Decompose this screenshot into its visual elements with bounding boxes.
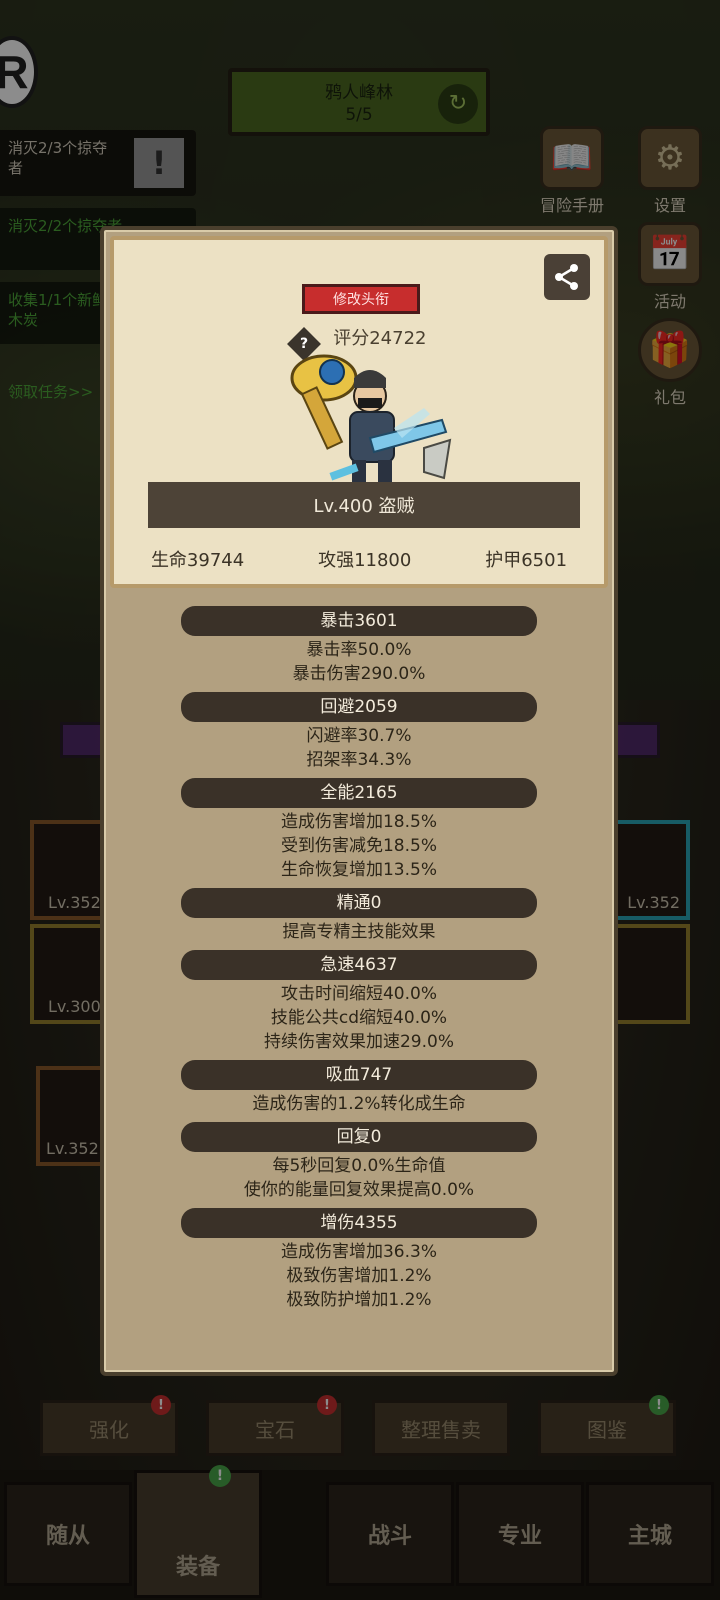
- score-label: 评分24722: [333, 328, 427, 349]
- stat-detail-line: 生命恢复增加13.5%: [280, 860, 437, 880]
- stat-group-header: 吸血747: [181, 1060, 537, 1090]
- stat-detail-line: 提高专精主技能效果: [282, 922, 436, 942]
- stat-detail-line: 技能公共cd缩短40.0%: [270, 1008, 448, 1028]
- hero-sprite: [290, 354, 452, 486]
- edit-title-label: 修改头衔: [333, 292, 389, 308]
- stat-detail-line: 暴击伤害290.0%: [292, 664, 426, 684]
- stat-detail-line: 极致伤害增加1.2%: [286, 1266, 432, 1286]
- stat-group-header: 暴击3601: [181, 606, 537, 636]
- stat-health: 生命39744: [150, 550, 245, 571]
- stat-attack-power: 攻强11800: [318, 550, 412, 571]
- stat-group-header: 急速4637: [181, 950, 537, 980]
- stat-detail-line: 闪避率30.7%: [306, 726, 412, 746]
- stat-detail-line: 持续伤害效果加速29.0%: [263, 1032, 454, 1052]
- stat-detail-line: 造成伤害增加36.3%: [280, 1242, 437, 1262]
- stat-group-header: 全能2165: [181, 778, 537, 808]
- share-icon: [555, 264, 578, 290]
- stat-detail-line: 造成伤害的1.2%转化成生命: [252, 1094, 466, 1114]
- stat-detail-line: 每5秒回复0.0%生命值: [272, 1156, 446, 1176]
- stat-detail-line: 受到伤害减免18.5%: [280, 836, 437, 856]
- character-stats-popup: 修改头衔 ? 评分24722 Lv.400 盗贼 生命39744 攻强11800…: [100, 226, 618, 1376]
- stat-group-header: 增伤4355: [181, 1208, 537, 1238]
- hero-name-banner: Lv.400 盗贼: [148, 482, 580, 528]
- stat-detail-line: 招架率34.3%: [306, 750, 412, 770]
- basic-stats: 生命39744 攻强11800 护甲6501: [114, 546, 604, 572]
- character-card: 修改头衔 ? 评分24722 Lv.400 盗贼 生命39744 攻强11800…: [110, 236, 608, 588]
- edit-title-button[interactable]: 修改头衔: [302, 284, 420, 314]
- stat-detail-line: 极致防护增加1.2%: [286, 1290, 432, 1310]
- secondary-stats-list: 暴击3601 暴击率50.0% 暴击伤害290.0% 回避2059 闪避率30.7% 招架…: [104, 600, 614, 1312]
- share-button[interactable]: [544, 254, 590, 300]
- stat-detail-line: 攻击时间缩短40.0%: [280, 984, 437, 1004]
- stat-group-header: 回复0: [181, 1122, 537, 1152]
- stat-group-header: 精通0: [181, 888, 537, 918]
- stat-detail-line: 暴击率50.0%: [306, 640, 412, 660]
- stat-group-header: 回避2059: [181, 692, 537, 722]
- stat-detail-line: 使你的能量回复效果提高0.0%: [243, 1180, 475, 1200]
- stat-armor: 护甲6501: [485, 550, 568, 571]
- stat-detail-line: 造成伤害增加18.5%: [280, 812, 437, 832]
- hero-name: Lv.400 盗贼: [313, 496, 415, 517]
